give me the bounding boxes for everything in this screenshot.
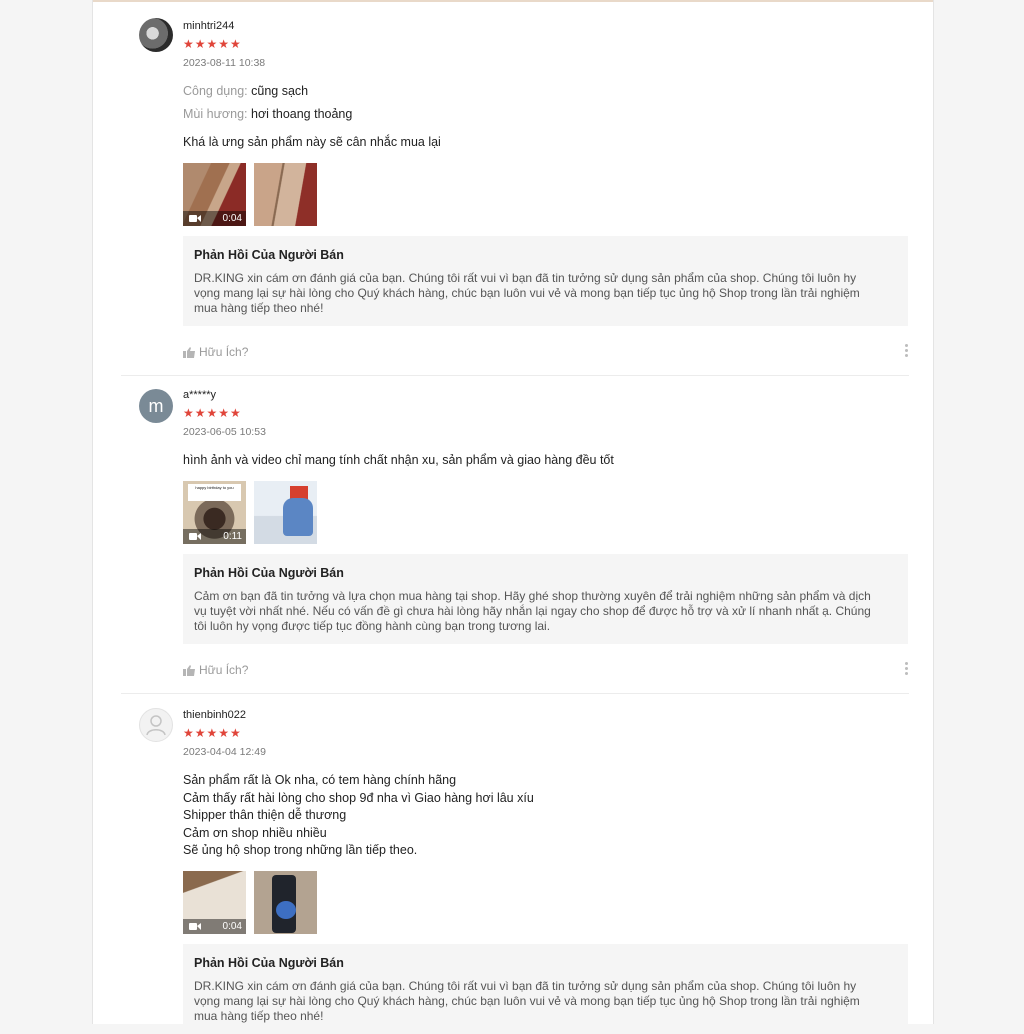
comment-line: Cảm ơn shop nhiều nhiều — [183, 825, 327, 840]
review-datetime: 2023-06-05 10:53 — [183, 426, 266, 438]
review-username: minhtri244 — [183, 20, 235, 32]
video-thumbnail[interactable]: 0:04 — [183, 871, 246, 934]
video-duration: 0:04 — [222, 921, 242, 932]
video-duration: 0:04 — [222, 213, 242, 224]
video-overlay: 0:04 — [183, 211, 246, 226]
attribute-key: Mùi hương: — [183, 107, 248, 121]
seller-reply: Phản Hồi Của Người Bán DR.KING xin cám ơ… — [183, 236, 908, 326]
helpful-label: Hữu Ích? — [199, 663, 249, 677]
seller-reply-title: Phản Hồi Của Người Bán — [194, 956, 344, 970]
user-icon — [146, 715, 166, 736]
attribute-value: hơi thoang thoảng — [251, 107, 353, 121]
reply-line: vọng mang lại sự hài lòng cho Quý khách … — [194, 994, 860, 1008]
reply-line: tôi luôn hy vọng được tiếp tục đồng hành… — [194, 619, 551, 633]
review-comment: Khá là ưng sản phẩm này sẽ cân nhắc mua … — [183, 134, 441, 152]
rating-stars: ★★★★★ — [183, 37, 242, 51]
review-divider — [121, 375, 909, 376]
seller-reply-body: Cảm ơn bạn đã tin tưởng và lựa chọn mua … — [194, 589, 899, 634]
review-username: a*****y — [183, 389, 217, 401]
helpful-button[interactable]: Hữu Ích? — [183, 345, 248, 359]
video-duration: 0:11 — [223, 531, 242, 542]
seller-reply: Phản Hồi Của Người Bán Cảm ơn bạn đã tin… — [183, 554, 908, 644]
review-comment: Sản phẩm rất là Ok nha, có tem hàng chín… — [183, 772, 534, 860]
top-border — [93, 0, 933, 2]
avatar[interactable] — [139, 18, 173, 52]
review-comment: hình ảnh và video chỉ mang tính chất nhậ… — [183, 452, 614, 470]
video-camera-icon — [189, 533, 201, 540]
reply-line: mua hàng tiếp theo nhé! — [194, 301, 324, 315]
image-thumbnail[interactable] — [254, 871, 317, 934]
review-datetime: 2023-08-11 10:38 — [183, 57, 266, 69]
helpful-button[interactable]: Hữu Ích? — [183, 663, 248, 677]
more-options-icon[interactable] — [905, 344, 909, 359]
seller-reply-title: Phản Hồi Của Người Bán — [194, 248, 344, 262]
video-camera-icon — [189, 215, 201, 222]
reply-line: DR.KING xin cám ơn đánh giá của bạn. Chú… — [194, 271, 857, 285]
comment-line: Cảm thấy rất hài lòng cho shop 9đ nha vì… — [183, 790, 534, 805]
reply-line: Cảm ơn bạn đã tin tưởng và lựa chọn mua … — [194, 589, 871, 603]
avatar[interactable]: m — [139, 389, 173, 423]
video-overlay: 0:11 — [183, 529, 246, 544]
video-overlay: 0:04 — [183, 919, 246, 934]
reply-line: mua hàng tiếp theo nhé! — [194, 1009, 324, 1023]
review-divider — [121, 693, 909, 694]
product-bottle-graphic — [276, 901, 296, 919]
reply-line: vọng mang lại sự hài lòng cho Quý khách … — [194, 286, 860, 300]
comment-line: Sẽ ủng hộ shop trong những lần tiếp theo… — [183, 843, 418, 857]
attribute-row: Mùi hương: hơi thoang thoảng — [183, 107, 352, 121]
thumbs-up-icon — [183, 665, 195, 676]
product-bottle-graphic — [283, 498, 313, 536]
comment-line: Shipper thân thiện dễ thương — [183, 808, 347, 822]
video-thumbnail[interactable]: 0:04 — [183, 163, 246, 226]
reply-line: DR.KING xin cám ơn đánh giá của bạn. Chú… — [194, 979, 857, 993]
rating-stars: ★★★★★ — [183, 406, 242, 420]
helpful-label: Hữu Ích? — [199, 345, 249, 359]
attribute-row: Công dụng: cũng sạch — [183, 84, 308, 98]
comment-line: Sản phẩm rất là Ok nha, có tem hàng chín… — [183, 773, 457, 787]
image-thumbnail[interactable] — [254, 163, 317, 226]
seller-reply-body: DR.KING xin cám ơn đánh giá của bạn. Chú… — [194, 979, 899, 1024]
review-list: minhtri244 ★★★★★ 2023-08-11 10:38 Công d… — [92, 0, 934, 1034]
seller-reply: Phản Hồi Của Người Bán DR.KING xin cám ơ… — [183, 944, 908, 1034]
image-thumbnail[interactable] — [254, 481, 317, 544]
review-datetime: 2023-04-04 12:49 — [183, 746, 266, 758]
rating-stars: ★★★★★ — [183, 726, 242, 740]
comment-line: Khá là ưng sản phẩm này sẽ cân nhắc mua … — [183, 135, 441, 149]
review-username: thienbinh022 — [183, 709, 247, 721]
video-camera-icon — [189, 923, 201, 930]
attribute-key: Công dụng: — [183, 84, 248, 98]
more-options-icon[interactable] — [905, 662, 909, 677]
seller-reply-body: DR.KING xin cám ơn đánh giá của bạn. Chú… — [194, 271, 899, 316]
video-thumbnail[interactable]: happy birthday to you 0:11 — [183, 481, 246, 544]
seller-reply-title: Phản Hồi Của Người Bán — [194, 566, 344, 580]
comment-line: hình ảnh và video chỉ mang tính chất nhậ… — [183, 453, 614, 467]
thumbnail-caption: happy birthday to you — [188, 484, 241, 501]
reply-line: vụ tuyệt vời nhất nhé. Nếu có vấn đề gì … — [194, 604, 871, 618]
avatar[interactable] — [139, 708, 173, 742]
thumbs-up-icon — [183, 347, 195, 358]
attribute-value: cũng sạch — [251, 84, 309, 98]
